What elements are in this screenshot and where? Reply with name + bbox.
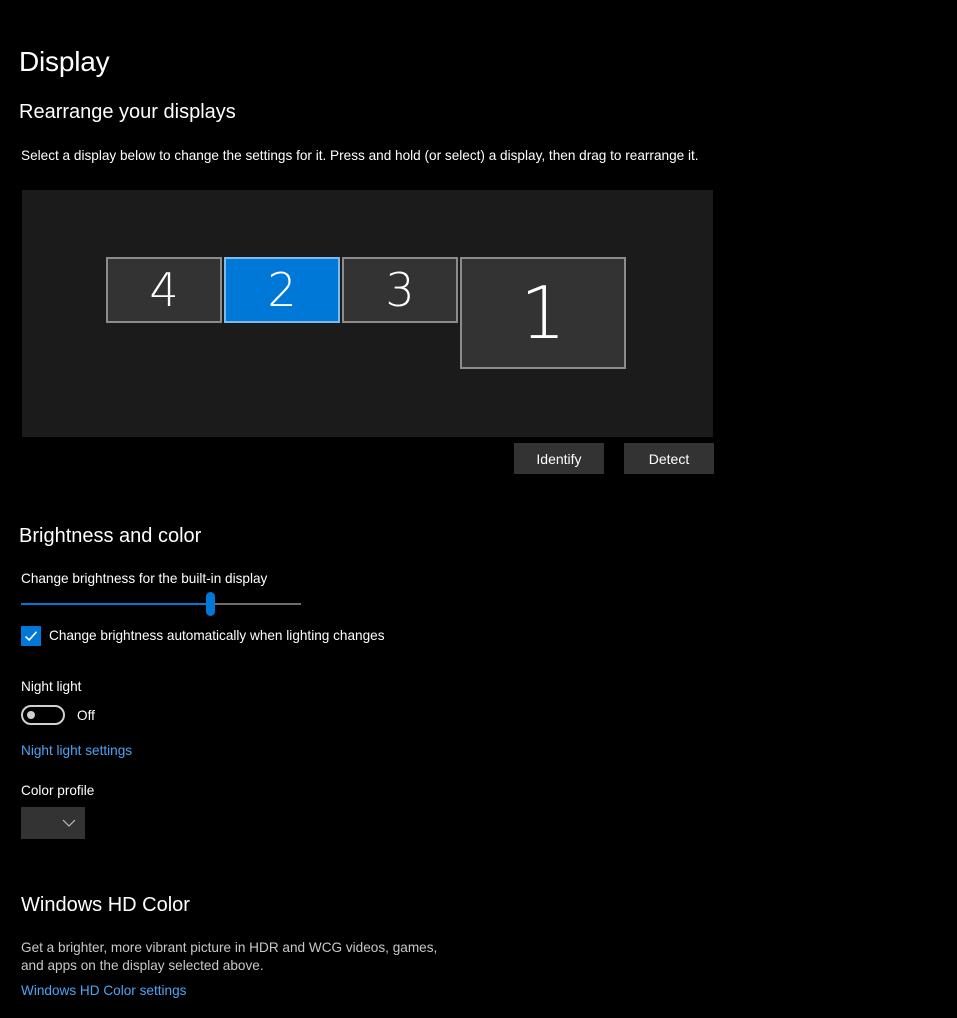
checkmark-icon — [24, 631, 38, 642]
color-profile-label: Color profile — [21, 783, 95, 798]
monitor-3[interactable]: 3 — [342, 257, 458, 323]
hdr-heading: Windows HD Color — [21, 894, 190, 916]
night-light-state: Off — [77, 708, 95, 723]
brightness-heading: Brightness and color — [19, 525, 202, 547]
rearrange-description: Select a display below to change the set… — [21, 148, 699, 163]
identify-button[interactable]: Identify — [514, 443, 604, 474]
brightness-slider-label: Change brightness for the built-in displ… — [21, 571, 268, 586]
toggle-knob — [27, 711, 35, 719]
hdr-settings-link[interactable]: Windows HD Color settings — [21, 983, 186, 998]
chevron-down-icon — [62, 819, 76, 827]
brightness-slider-track[interactable] — [211, 603, 301, 605]
night-light-settings-link[interactable]: Night light settings — [21, 743, 132, 758]
auto-brightness-checkbox[interactable] — [21, 626, 41, 646]
monitor-4[interactable]: 4 — [106, 257, 222, 323]
monitor-2[interactable]: 2 — [224, 257, 340, 323]
display-arrangement-area[interactable]: 4 2 3 1 — [22, 190, 713, 437]
night-light-toggle[interactable] — [21, 705, 65, 725]
hdr-description-line-1: Get a brighter, more vibrant picture in … — [21, 940, 438, 955]
brightness-slider-fill[interactable] — [21, 603, 211, 605]
monitor-1[interactable]: 1 — [460, 257, 626, 369]
night-light-label: Night light — [21, 679, 82, 694]
detect-button[interactable]: Detect — [624, 443, 714, 474]
auto-brightness-label[interactable]: Change brightness automatically when lig… — [49, 627, 385, 645]
color-profile-dropdown[interactable] — [21, 807, 85, 839]
hdr-description-line-2: and apps on the display selected above. — [21, 958, 264, 973]
display-settings-page: Display Rearrange your displays Select a… — [0, 0, 957, 1018]
page-title: Display — [19, 46, 110, 77]
brightness-slider-thumb[interactable] — [206, 592, 215, 616]
rearrange-heading: Rearrange your displays — [19, 101, 236, 123]
